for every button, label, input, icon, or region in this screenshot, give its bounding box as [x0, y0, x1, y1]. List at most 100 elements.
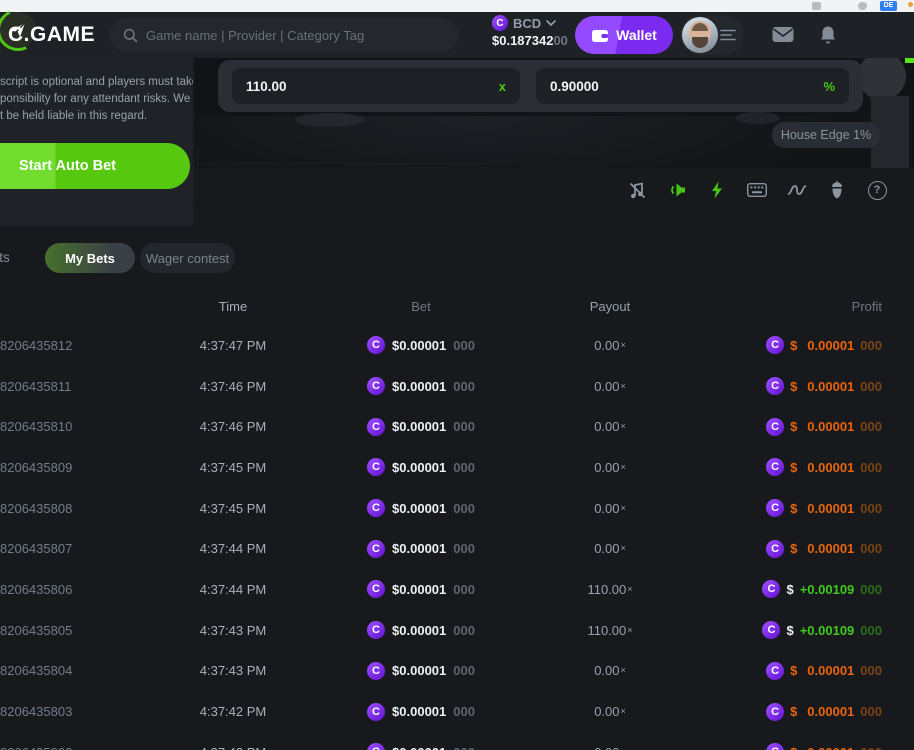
profit-sign: $ — [790, 338, 797, 353]
bet-amount: C $0.00001000 — [316, 377, 526, 395]
header-profit: Profit — [694, 299, 914, 314]
profit-dim: 000 — [860, 582, 882, 597]
wallet-button[interactable]: Wallet — [575, 16, 673, 54]
bet-id: 8206435809 — [0, 460, 150, 475]
extension-icon[interactable] — [812, 2, 821, 10]
profit-main: 0.00001 — [807, 338, 854, 353]
bet-amount-main: $0.00001 — [392, 541, 446, 556]
win-chance-input[interactable]: % — [536, 68, 849, 104]
bet-payout: 0.00× — [526, 379, 694, 394]
profit-sign: $ — [790, 419, 797, 434]
bet-amount: C $0.00001000 — [316, 703, 526, 721]
bcd-coin-icon: C — [367, 377, 385, 395]
bet-payout: 110.00× — [526, 623, 694, 638]
bcd-coin-icon: C — [367, 743, 385, 750]
tab-my-bets[interactable]: My Bets — [45, 243, 135, 273]
table-row[interactable]: 8206435807 4:37:44 PM C $0.00001000 0.00… — [0, 528, 914, 569]
trends-icon[interactable] — [786, 179, 808, 201]
bet-payout: 0.00× — [526, 541, 694, 556]
house-edge-badge: House Edge 1% — [772, 122, 880, 148]
table-row[interactable]: 8206435805 4:37:43 PM C $0.00001000 110.… — [0, 610, 914, 651]
search-bar[interactable] — [110, 18, 458, 52]
table-row[interactable]: 8206435811 4:37:46 PM C $0.00001000 0.00… — [0, 366, 914, 407]
bet-time: 4:37:45 PM — [150, 501, 316, 516]
bet-amount: C $0.00001000 — [316, 540, 526, 558]
table-row[interactable]: 8206435803 4:37:42 PM C $0.00001000 0.00… — [0, 691, 914, 732]
profit-main: 0.00001 — [807, 745, 854, 750]
bets-tab-bar: All Bets My Bets Wager contest — [0, 243, 914, 273]
profit-sign: $ — [790, 460, 797, 475]
bet-profit: C $0.00001000 — [694, 418, 914, 436]
profit-dim: 000 — [860, 501, 882, 516]
bet-time: 4:37:44 PM — [150, 541, 316, 556]
turbo-lightning-icon[interactable] — [706, 179, 728, 201]
bet-profit: C $0.00001000 — [694, 743, 914, 750]
table-row[interactable]: 8206435804 4:37:43 PM C $0.00001000 0.00… — [0, 651, 914, 692]
profit-dim: 000 — [860, 704, 882, 719]
profit-sign: $ — [790, 379, 797, 394]
extension-badge[interactable]: DE — [880, 1, 897, 11]
music-off-icon[interactable] — [626, 179, 648, 201]
bet-payout: 0.00× — [526, 704, 694, 719]
table-row[interactable]: 8206435806 4:37:44 PM C $0.00001000 110.… — [0, 569, 914, 610]
bet-amount: C $0.00001000 — [316, 458, 526, 476]
bet-amount-main: $0.00001 — [392, 582, 446, 597]
messages-icon[interactable] — [772, 26, 794, 43]
notifications-bell-icon[interactable] — [819, 25, 837, 45]
currency-selector[interactable]: C BCD $0.18734200 — [492, 15, 570, 48]
shuttle-button[interactable] — [0, 12, 36, 48]
search-input[interactable] — [146, 28, 445, 43]
bet-payout: 110.00× — [526, 582, 694, 597]
table-row[interactable]: 8206435810 4:37:46 PM C $0.00001000 0.00… — [0, 406, 914, 447]
bet-amount: C $0.00001000 — [316, 499, 526, 517]
chance-value-field[interactable] — [550, 79, 823, 94]
bet-amount: C $0.00001000 — [316, 580, 526, 598]
bet-amount-dim: 000 — [453, 338, 475, 353]
tab-all-bets[interactable]: All Bets — [0, 243, 26, 273]
bet-amount: C $0.00001000 — [316, 336, 526, 354]
bet-id: 8206435805 — [0, 623, 150, 638]
seed-icon[interactable] — [826, 179, 848, 201]
start-auto-bet-button[interactable]: Start Auto Bet — [0, 143, 190, 189]
bcd-coin-icon: C — [766, 336, 784, 354]
search-icon — [123, 28, 138, 43]
bet-id: 8206435808 — [0, 501, 150, 516]
header-bet: Bet — [316, 299, 526, 314]
bet-profit: C $0.00001000 — [694, 499, 914, 517]
bet-amount-dim: 000 — [453, 501, 475, 516]
game-toolbar: ? — [195, 168, 914, 212]
header-payout: Payout — [526, 299, 694, 314]
extension-icon[interactable] — [858, 2, 867, 10]
bet-id: 8206435811 — [0, 379, 150, 394]
extension-icon[interactable] — [908, 2, 913, 7]
bet-amount: C $0.00001000 — [316, 621, 526, 639]
bet-amount: C $0.00001000 — [316, 418, 526, 436]
table-row[interactable]: 8206435809 4:37:45 PM C $0.00001000 0.00… — [0, 447, 914, 488]
bcd-coin-icon: C — [766, 662, 784, 680]
payout-input[interactable]: x — [232, 68, 520, 104]
bet-payout: 0.00× — [526, 419, 694, 434]
profile-menu[interactable] — [680, 15, 744, 55]
bet-amount-dim: 000 — [453, 419, 475, 434]
tab-wager-contest[interactable]: Wager contest — [140, 243, 235, 273]
hotkeys-keyboard-icon[interactable] — [746, 179, 768, 201]
table-row[interactable]: 8206435802 4:37:42 PM C $0.00001000 0.00… — [0, 732, 914, 750]
help-icon[interactable]: ? — [866, 179, 888, 201]
sound-on-icon[interactable] — [666, 179, 688, 201]
currency-code: BCD — [513, 16, 541, 31]
game-scene-decoration — [295, 113, 365, 127]
bet-time: 4:37:42 PM — [150, 745, 316, 750]
bcd-coin-icon: C — [367, 703, 385, 721]
payout-value-field[interactable] — [246, 79, 499, 94]
bet-payout: 0.00× — [526, 460, 694, 475]
profit-dim: 000 — [860, 663, 882, 678]
profit-sign: $ — [790, 541, 797, 556]
bet-amount-main: $0.00001 — [392, 623, 446, 638]
table-row[interactable]: 8206435808 4:37:45 PM C $0.00001000 0.00… — [0, 488, 914, 529]
bcd-coin-icon: C — [766, 540, 784, 558]
bcd-coin-icon: C — [492, 15, 508, 31]
percent-suffix: % — [823, 79, 835, 94]
table-row[interactable]: 8206435812 4:37:47 PM C $0.00001000 0.00… — [0, 325, 914, 366]
bet-id: 8206435807 — [0, 541, 150, 556]
avatar[interactable] — [682, 17, 718, 53]
